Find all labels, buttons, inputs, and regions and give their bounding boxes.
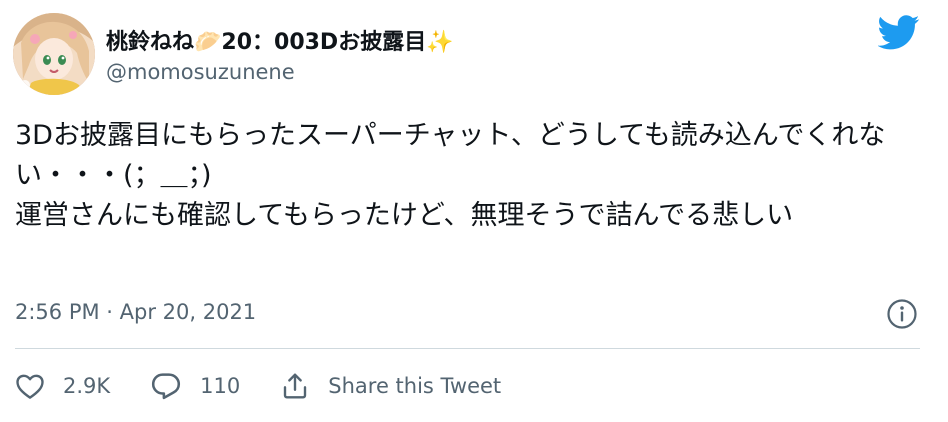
tweet-actions: 2.9K 110 Share this Tweet	[15, 368, 501, 404]
twitter-bird-icon[interactable]	[877, 15, 920, 51]
comment-bubble-icon	[150, 371, 182, 401]
timestamp[interactable]: 2:56 PM · Apr 20, 2021	[15, 300, 256, 324]
divider	[15, 348, 920, 349]
avatar[interactable]	[13, 13, 95, 95]
reply-count: 110	[200, 374, 241, 398]
reply-button[interactable]: 110	[150, 371, 240, 401]
like-button[interactable]: 2.9K	[15, 372, 110, 400]
user-handle[interactable]: @momosuzunene	[106, 60, 295, 84]
share-button[interactable]: Share this Tweet	[280, 371, 501, 401]
display-name[interactable]: 桃鈴ねね🥟20：003Dお披露目✨	[106, 24, 454, 56]
tweet-card: 桃鈴ねね🥟20：003Dお披露目✨ @momosuzunene 3Dお披露目にも…	[0, 0, 948, 422]
share-label: Share this Tweet	[328, 374, 502, 398]
tweet-text: 3Dお披露目にもらったスーパーチャット、どうしても読み込んでくれない・・・(；＿…	[15, 120, 886, 231]
info-icon[interactable]	[886, 298, 918, 330]
share-icon	[280, 371, 310, 401]
avatar-image	[13, 13, 95, 95]
like-count: 2.9K	[63, 374, 111, 398]
heart-icon	[15, 372, 45, 400]
